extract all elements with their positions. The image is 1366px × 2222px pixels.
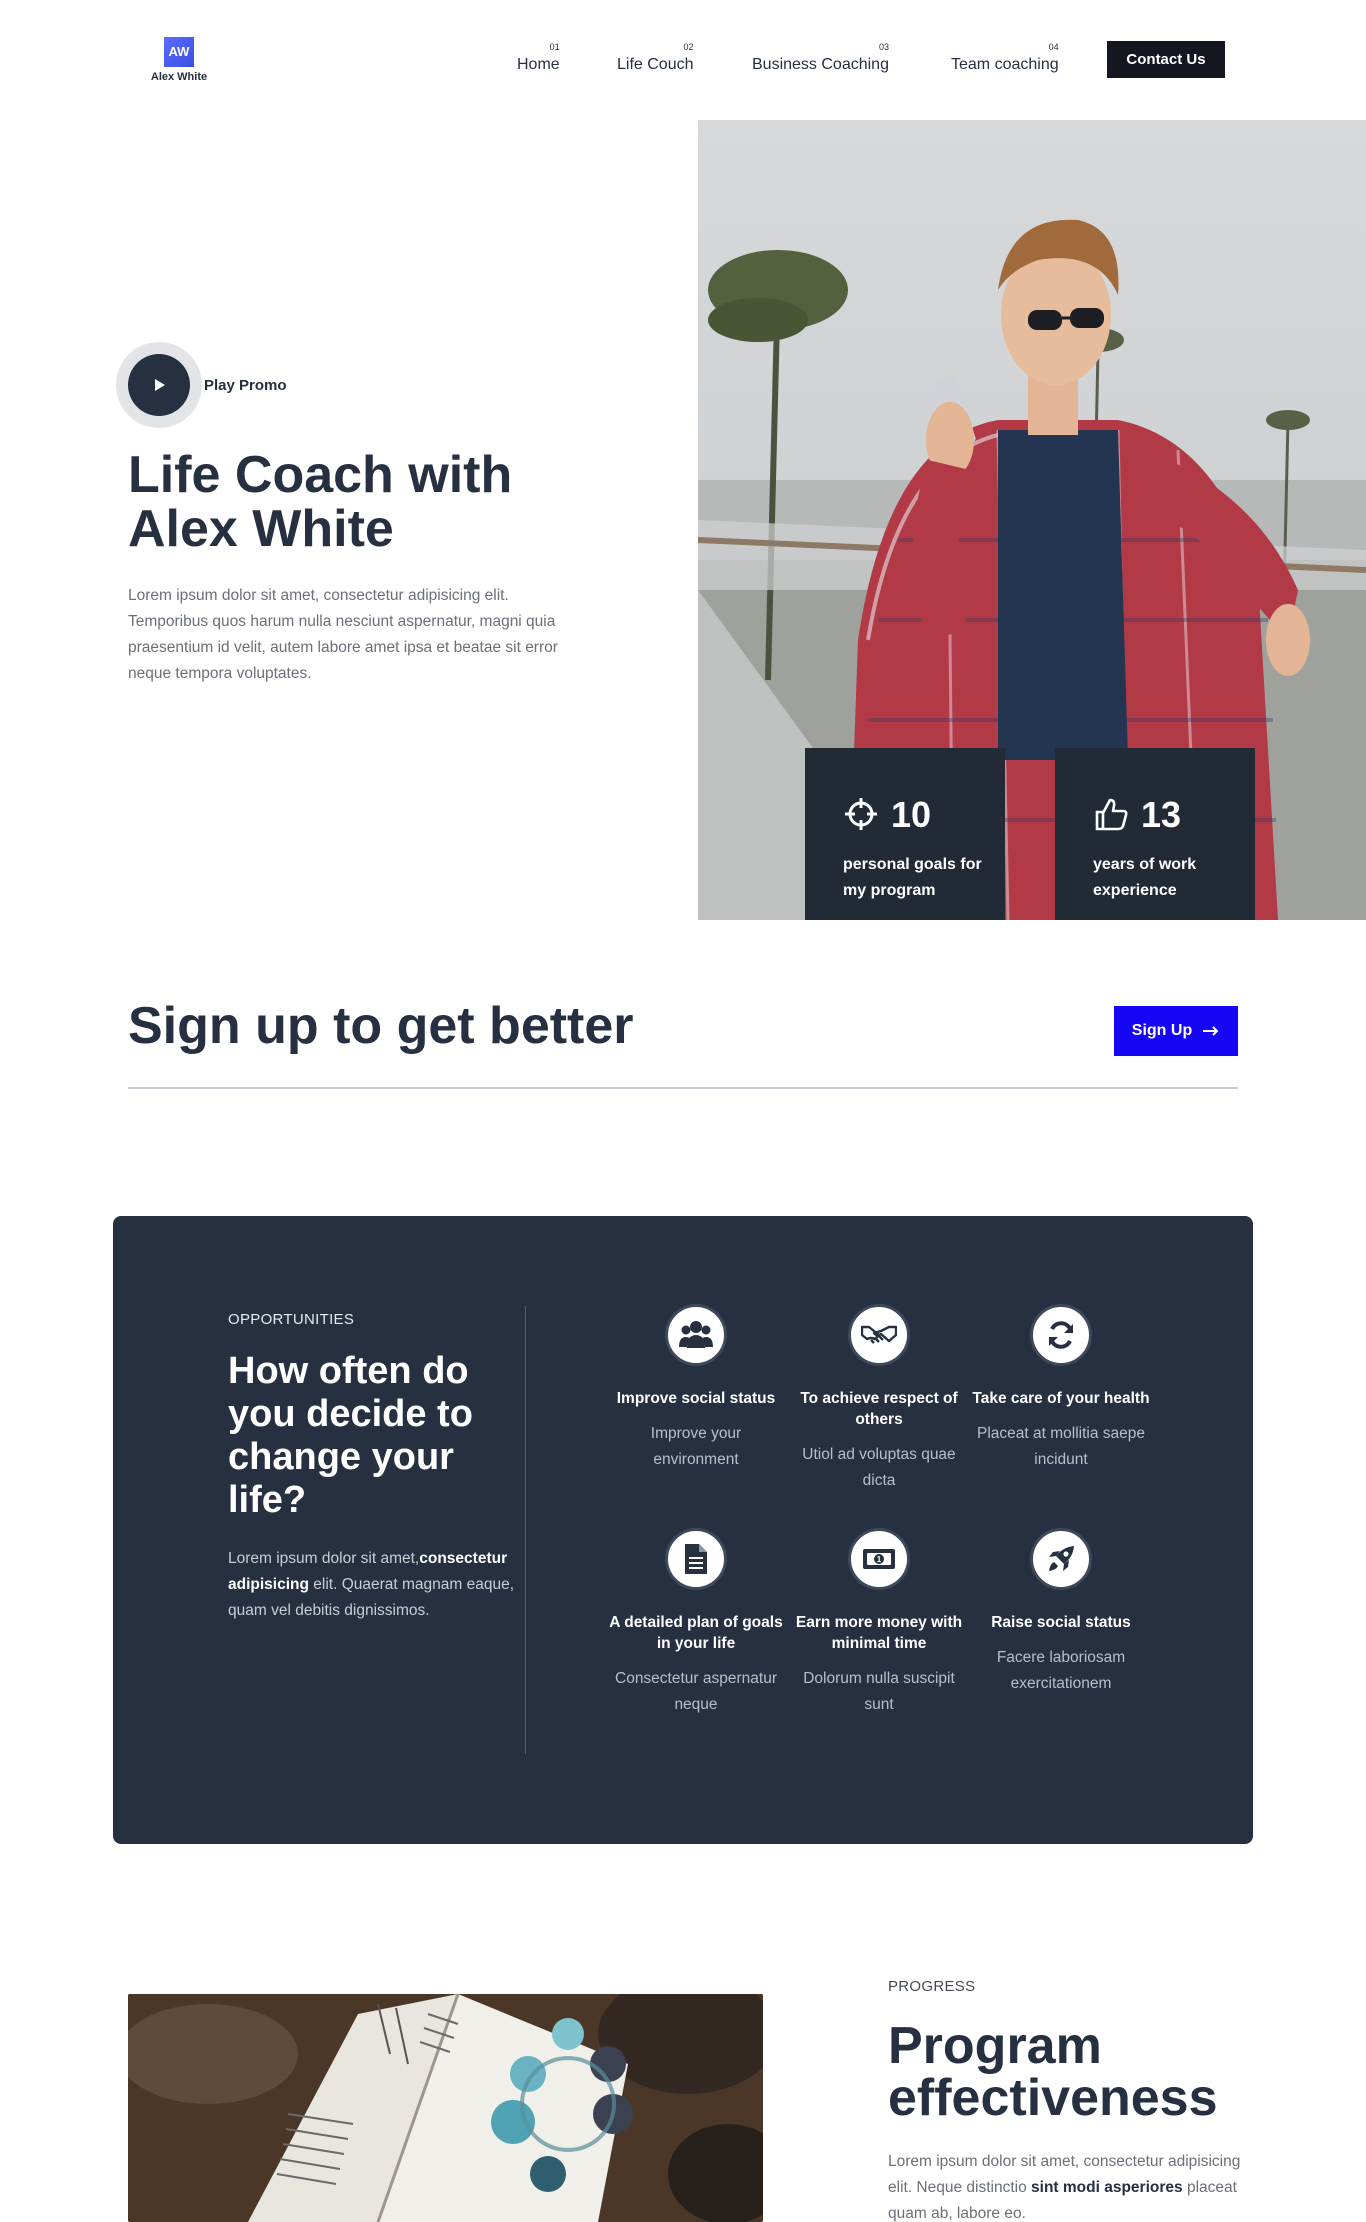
nav-item-business-coaching[interactable]: 03 Business Coaching (752, 42, 889, 74)
hero-title-line1: Life Coach with (128, 446, 513, 504)
stat-label: years of work experience (1093, 856, 1197, 899)
svg-text:1: 1 (877, 1555, 882, 1564)
logo-badge: AW (164, 37, 194, 67)
nav-label: Business Coaching (752, 56, 889, 73)
vertical-divider (525, 1306, 526, 1754)
progress-title: Program effectiveness (888, 2020, 1308, 2124)
stat-label: personal goals for my program (843, 856, 982, 899)
progress-title-line1: Program (888, 2017, 1102, 2075)
stat-value: 10 (891, 794, 932, 835)
hero-photo (698, 120, 1366, 920)
document-icon (665, 1528, 727, 1590)
site-header: AW Alex White 01 Home 02 Life Couch 03 B… (0, 0, 1366, 120)
crosshair-icon (845, 798, 877, 830)
money-icon: 1 (848, 1528, 910, 1590)
rocket-icon (1030, 1528, 1092, 1590)
feature-earn-money: 1 Earn more money with minimal time Dolo… (789, 1528, 969, 1718)
feature-text: Consectetur aspernatur neque (615, 1670, 777, 1713)
feature-improve-social-status: Improve social status Improve your envir… (606, 1304, 786, 1473)
hero-description: Lorem ipsum dolor sit amet, consectetur … (128, 587, 558, 682)
feature-text: Utiol ad voluptas quae dicta (802, 1446, 956, 1489)
feature-text: Facere laboriosam exercitationem (996, 1649, 1126, 1692)
progress-eyebrow: PROGRESS (888, 1978, 976, 1995)
play-icon (128, 354, 190, 416)
contact-us-button[interactable]: Contact Us (1107, 41, 1225, 78)
arrow-right-icon (1203, 1026, 1219, 1036)
sign-up-button[interactable]: Sign Up (1114, 1006, 1238, 1056)
book-photo (128, 1994, 763, 2222)
nav-item-life-couch[interactable]: 02 Life Couch (617, 42, 694, 74)
refresh-icon (1030, 1304, 1092, 1366)
progress-description: Lorem ipsum dolor sit amet, consectetur … (888, 2149, 1248, 2222)
feature-title: To achieve respect of others (800, 1390, 958, 1428)
feature-text: Dolorum nulla suscipit sunt (803, 1670, 955, 1713)
feature-detailed-plan: A detailed plan of goals in your life Co… (606, 1528, 786, 1718)
nav-number: 01 (549, 42, 560, 52)
play-promo-button[interactable]: Play Promo (116, 342, 287, 428)
hero-title-line2: Alex White (128, 500, 394, 558)
book-photo-illustration (128, 1994, 763, 2222)
users-icon (665, 1304, 727, 1366)
opportunities-title: How often do you decide to change your l… (228, 1350, 473, 1521)
nav-number: 02 (683, 42, 694, 52)
feature-take-care-health: Take care of your health Placeat at moll… (971, 1304, 1151, 1473)
nav-number: 04 (1048, 42, 1059, 52)
feature-title: Improve social status (616, 1390, 776, 1407)
sign-up-label: Sign Up (1131, 1022, 1193, 1039)
nav-label: Life Couch (617, 56, 694, 73)
feature-title: Earn more money with minimal time (795, 1614, 963, 1652)
progress-title-line2: effectiveness (888, 2069, 1218, 2127)
feature-achieve-respect: To achieve respect of others Utiol ad vo… (789, 1304, 969, 1494)
handshake-icon (848, 1304, 910, 1366)
nav-number: 03 (878, 42, 889, 52)
opportunities-section: OPPORTUNITIES How often do you decide to… (113, 1216, 1253, 1844)
section-divider (128, 1087, 1238, 1089)
nav-item-team-coaching[interactable]: 04 Team coaching (951, 42, 1059, 74)
desc-text: Lorem ipsum dolor sit amet, (228, 1550, 420, 1567)
stat-value: 13 (1141, 794, 1182, 835)
feature-title: A detailed plan of goals in your life (609, 1614, 783, 1652)
opportunities-eyebrow: OPPORTUNITIES (228, 1311, 355, 1328)
play-ring (116, 342, 202, 428)
hero-title: Life Coach with Alex White (128, 448, 648, 556)
desc-bold: sint modi asperiores (1031, 2179, 1183, 2196)
stat-card-goals: 10 personal goals for my program (805, 748, 1005, 920)
feature-text: Placeat at mollitia saepe incidunt (976, 1425, 1145, 1468)
nav-label: Team coaching (951, 56, 1059, 73)
stat-card-experience: 13 years of work experience (1055, 748, 1255, 920)
opportunities-description: Lorem ipsum dolor sit amet,consectetur a… (228, 1546, 518, 1624)
feature-title: Raise social status (991, 1614, 1131, 1631)
signup-title: Sign up to get better (128, 997, 634, 1055)
logo-name: Alex White (150, 71, 208, 83)
feature-raise-social-status: Raise social status Facere laboriosam ex… (971, 1528, 1151, 1697)
feature-text: Improve your environment (650, 1425, 742, 1468)
play-promo-label: Play Promo (204, 376, 287, 394)
hero-photo-illustration (698, 120, 1366, 920)
nav-item-home[interactable]: 01 Home (517, 42, 560, 74)
brand-logo[interactable]: AW Alex White (146, 37, 212, 83)
thumbs-up-icon (1095, 798, 1128, 831)
feature-title: Take care of your health (972, 1390, 1150, 1407)
